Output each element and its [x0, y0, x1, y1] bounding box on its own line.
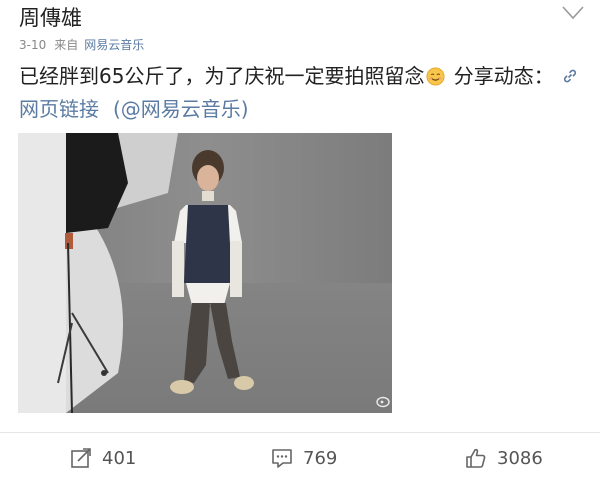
from-label: 来自	[54, 38, 79, 52]
repost-icon	[71, 448, 91, 468]
mention-link[interactable]: (@网易云音乐)	[113, 97, 249, 121]
post-image[interactable]	[18, 133, 392, 413]
post-text-share: 分享动态：	[447, 64, 554, 88]
like-button[interactable]: 3086	[465, 443, 543, 473]
web-link[interactable]: 网页链接	[19, 97, 99, 121]
post-meta: 3-10 来自 网易云音乐	[19, 36, 144, 53]
post-text: 已经胖到65公斤了，为了庆祝一定要拍照留念 分享动态： 网页链接 (@网易云音乐)	[19, 60, 579, 126]
comment-count: 769	[303, 447, 338, 469]
post-text-main: 已经胖到65公斤了，为了庆祝一定要拍照留念	[19, 64, 425, 88]
post-date: 3-10	[19, 38, 47, 52]
author-name[interactable]: 周傳雄	[19, 2, 82, 32]
source-link[interactable]: 网易云音乐	[84, 38, 144, 52]
post-header: 周傳雄	[19, 0, 584, 30]
chevron-down-icon[interactable]	[562, 6, 584, 20]
like-count: 3086	[497, 447, 543, 469]
comment-button[interactable]: 769	[271, 443, 337, 473]
action-divider	[0, 432, 600, 433]
link-icon	[563, 69, 576, 83]
comment-icon	[272, 449, 292, 468]
repost-count: 401	[102, 447, 137, 469]
thumbs-up-icon	[466, 448, 486, 468]
smile-emoji-icon	[426, 67, 445, 86]
repost-button[interactable]: 401	[70, 443, 136, 473]
